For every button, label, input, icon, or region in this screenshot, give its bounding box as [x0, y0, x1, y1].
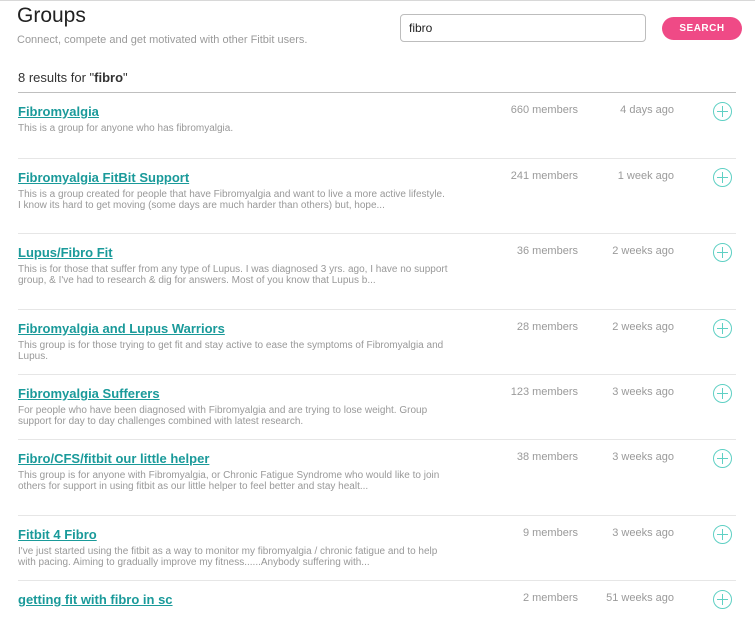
- group-member-count: 38 members: [516, 451, 578, 463]
- plus-circle-icon[interactable]: [713, 243, 732, 262]
- group-name-link[interactable]: Fitbit 4 Fibro: [18, 527, 97, 542]
- group-name-link[interactable]: getting fit with fibro in sc: [18, 592, 173, 607]
- plus-circle-icon[interactable]: [713, 102, 732, 121]
- group-last-activity: 3 weeks ago: [612, 527, 674, 539]
- results-suffix: ": [123, 70, 128, 85]
- search-button[interactable]: SEARCH: [662, 17, 742, 40]
- group-member-count: 241 members: [510, 170, 578, 182]
- group-description: I've just started using the fitbit as a …: [18, 546, 438, 568]
- row-divider: [18, 374, 736, 375]
- row-divider: [18, 158, 736, 159]
- plus-circle-icon[interactable]: [713, 590, 732, 609]
- page-subtitle: Connect, compete and get motivated with …: [17, 34, 308, 46]
- plus-circle-icon[interactable]: [713, 168, 732, 187]
- plus-icon-bar: [722, 388, 723, 399]
- group-last-activity: 3 weeks ago: [612, 451, 674, 463]
- results-summary: 8 results for "fibro": [18, 70, 128, 85]
- plus-circle-icon[interactable]: [713, 384, 732, 403]
- group-description: This group is for anyone with Fibromyalg…: [18, 470, 440, 492]
- plus-icon-bar: [722, 106, 723, 117]
- plus-icon-bar: [722, 529, 723, 540]
- group-description: This is a group for anyone who has fibro…: [18, 123, 234, 134]
- group-name-link[interactable]: Fibromyalgia FitBit Support: [18, 170, 189, 185]
- plus-icon-bar: [722, 172, 723, 183]
- group-last-activity: 2 weeks ago: [612, 321, 674, 333]
- group-description: For people who have been diagnosed with …: [18, 405, 428, 427]
- row-divider: [18, 233, 736, 234]
- search-input[interactable]: [400, 14, 646, 42]
- group-description: This group is for those trying to get fi…: [18, 340, 444, 362]
- group-name-link[interactable]: Fibromyalgia Sufferers: [18, 386, 160, 401]
- plus-icon-bar: [722, 247, 723, 258]
- group-last-activity: 4 days ago: [620, 104, 674, 116]
- group-member-count: 2 members: [522, 592, 578, 604]
- group-description: This is for those that suffer from any t…: [18, 264, 448, 286]
- group-member-count: 36 members: [516, 245, 578, 257]
- group-last-activity: 1 week ago: [617, 170, 674, 182]
- plus-circle-icon[interactable]: [713, 449, 732, 468]
- group-member-count: 660 members: [510, 104, 578, 116]
- group-name-link[interactable]: Fibromyalgia: [18, 104, 99, 119]
- group-last-activity: 3 weeks ago: [612, 386, 674, 398]
- group-name-link[interactable]: Fibro/CFS/fitbit our little helper: [18, 451, 209, 466]
- group-member-count: 123 members: [510, 386, 578, 398]
- group-name-link[interactable]: Lupus/Fibro Fit: [18, 245, 113, 260]
- results-query: fibro: [94, 70, 124, 85]
- group-last-activity: 51 weeks ago: [606, 592, 674, 604]
- plus-icon-bar: [722, 594, 723, 605]
- group-name-link[interactable]: Fibromyalgia and Lupus Warriors: [18, 321, 225, 336]
- results-prefix: 8 results for ": [18, 70, 95, 85]
- plus-icon-bar: [722, 453, 723, 464]
- group-last-activity: 2 weeks ago: [612, 245, 674, 257]
- results-divider: [18, 92, 736, 93]
- plus-icon-bar: [722, 323, 723, 334]
- group-description: This is a group created for people that …: [18, 189, 445, 211]
- group-member-count: 9 members: [522, 527, 578, 539]
- page-title: Groups: [17, 4, 86, 27]
- row-divider: [18, 309, 736, 310]
- top-divider: [0, 0, 755, 1]
- plus-circle-icon[interactable]: [713, 525, 732, 544]
- group-member-count: 28 members: [516, 321, 578, 333]
- plus-circle-icon[interactable]: [713, 319, 732, 338]
- row-divider: [18, 580, 736, 581]
- row-divider: [18, 439, 736, 440]
- row-divider: [18, 515, 736, 516]
